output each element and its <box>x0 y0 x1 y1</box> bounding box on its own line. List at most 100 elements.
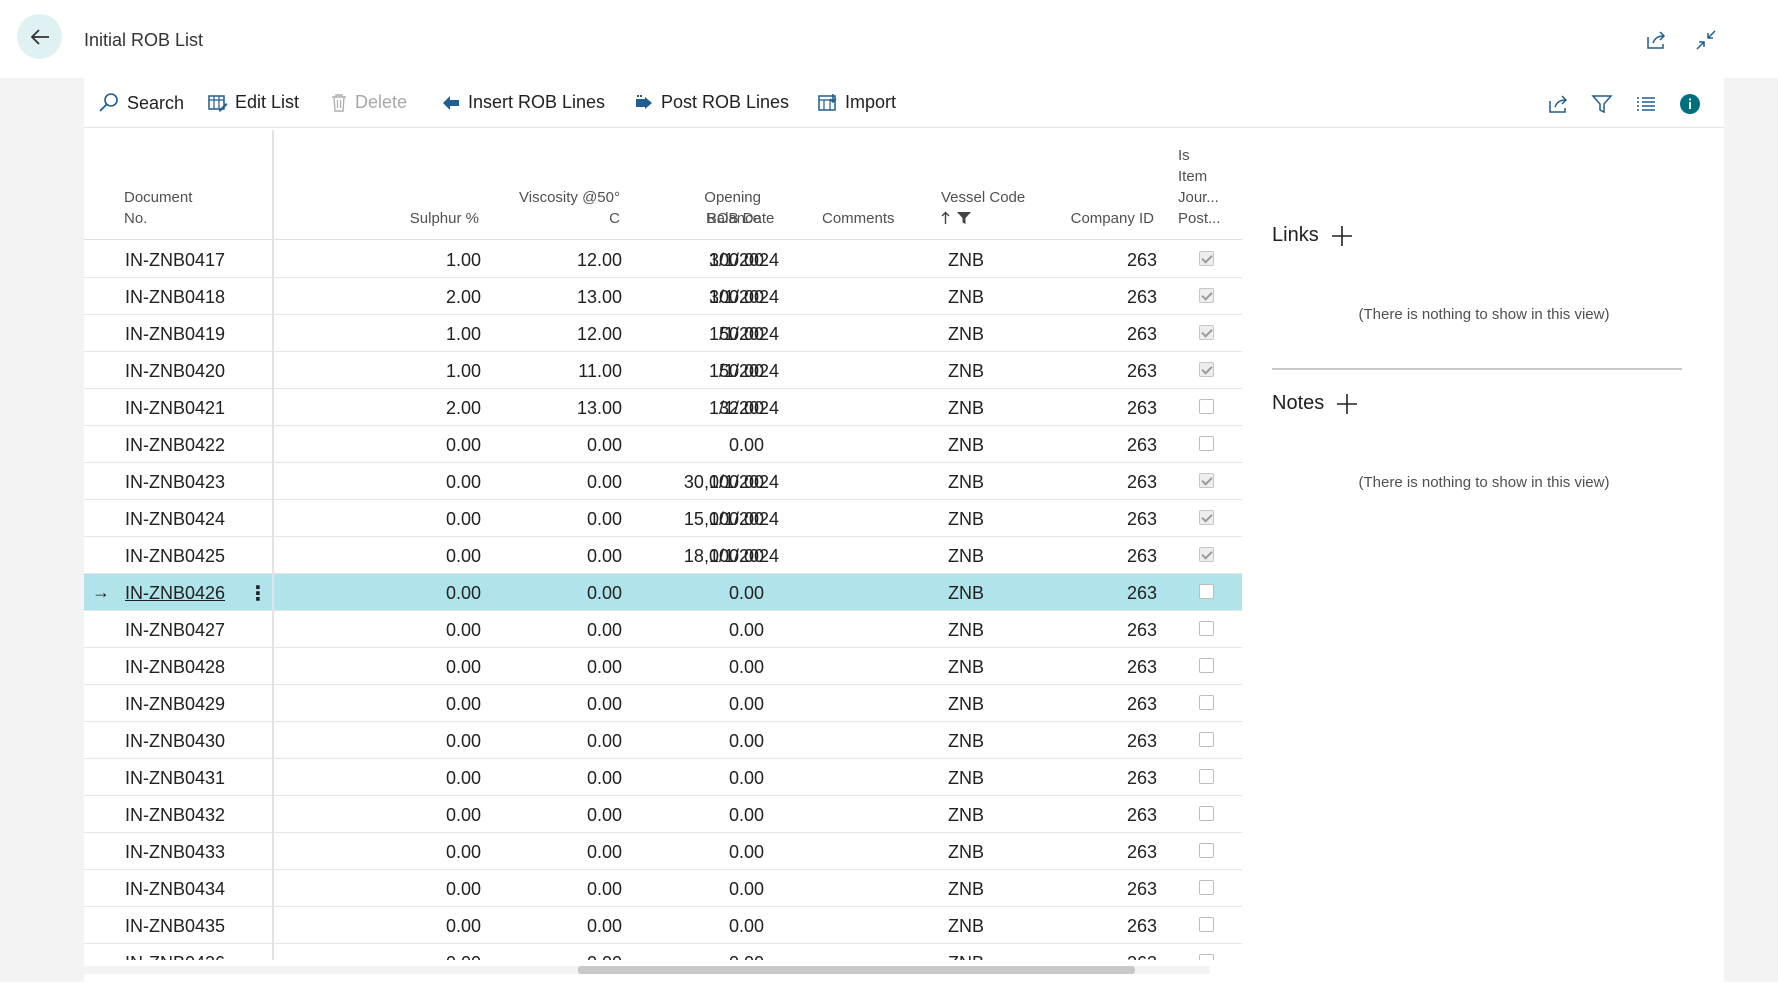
company-id-cell: 263 <box>1126 250 1157 270</box>
column-header-comments[interactable]: Comments <box>822 208 895 229</box>
is-item-posted-checkbox[interactable] <box>1199 251 1214 266</box>
document-no-cell[interactable]: IN-ZNB0429 <box>125 694 265 715</box>
horizontal-scrollbar-thumb[interactable] <box>578 966 1135 974</box>
company-id-cell: 263 <box>1126 361 1157 381</box>
document-no-cell[interactable]: IN-ZNB0436 <box>125 953 265 960</box>
post-rob-lines-button[interactable]: Post ROB Lines <box>634 92 789 113</box>
filter-button[interactable] <box>1590 92 1614 116</box>
insert-rob-lines-label: Insert ROB Lines <box>468 92 606 112</box>
is-item-posted-checkbox[interactable] <box>1199 732 1214 747</box>
table-row[interactable]: IN-ZNB0421 2.00 13.00 32.00 1/1/2024 ZNB 263 <box>84 389 1242 426</box>
document-no-cell[interactable]: IN-ZNB0430 <box>125 731 265 752</box>
current-row-arrow-icon: → <box>92 582 110 602</box>
company-id-cell: 263 <box>1126 583 1157 603</box>
column-header-is-item-posted[interactable]: Is Item Jour... Post... <box>1178 145 1221 229</box>
table-row[interactable]: IN-ZNB0425 0.00 0.00 18,000.00 1/1/2024 ZNB 26… <box>84 537 1242 574</box>
table-row[interactable]: IN-ZNB0417 1.00 12.00 300.00 1/1/2024 ZNB 263 <box>84 241 1242 278</box>
is-item-posted-checkbox[interactable] <box>1199 584 1214 599</box>
factbox-divider <box>1272 368 1682 370</box>
document-no-cell[interactable]: IN-ZNB0419 <box>125 324 265 345</box>
is-item-posted-checkbox[interactable] <box>1199 843 1214 858</box>
is-item-posted-checkbox[interactable] <box>1199 362 1214 377</box>
document-no-cell[interactable]: IN-ZNB0417 <box>125 250 265 271</box>
info-button[interactable] <box>1678 92 1702 116</box>
table-row[interactable]: IN-ZNB0431 0.00 0.00 0.00 ZNB 263 <box>84 759 1242 796</box>
column-header-vessel-code[interactable]: Vessel Code <box>941 187 1025 227</box>
opening-balance-cell: 0.00 <box>728 583 764 603</box>
table-row[interactable]: IN-ZNB0427 0.00 0.00 0.00 ZNB 263 <box>84 611 1242 648</box>
column-header-sulphur[interactable]: Sulphur % <box>304 208 479 229</box>
document-no-cell[interactable]: IN-ZNB0428 <box>125 657 265 678</box>
document-no-cell[interactable]: IN-ZNB0432 <box>125 805 265 826</box>
table-row[interactable]: IN-ZNB0433 0.00 0.00 0.00 ZNB 263 <box>84 833 1242 870</box>
document-no-cell[interactable]: IN-ZNB0425 <box>125 546 265 567</box>
is-item-posted-checkbox[interactable] <box>1199 399 1214 414</box>
table-row[interactable]: IN-ZNB04360.000.000.00ZNB263 <box>84 944 1242 960</box>
column-header-rob-date[interactable]: ROB Date <box>706 208 774 229</box>
is-item-posted-checkbox[interactable] <box>1199 806 1214 821</box>
document-no-cell[interactable]: IN-ZNB0422 <box>125 435 265 456</box>
is-item-posted-checkbox[interactable] <box>1199 658 1214 673</box>
table-row[interactable]: IN-ZNB0434 0.00 0.00 0.00 ZNB 263 <box>84 870 1242 907</box>
table-row[interactable]: IN-ZNB0419 1.00 12.00 50.00 1/1/2024 ZNB 263 <box>84 315 1242 352</box>
edit-list-button[interactable]: Edit List <box>208 92 299 113</box>
table-row[interactable]: IN-ZNB0428 0.00 0.00 0.00 ZNB 263 <box>84 648 1242 685</box>
is-item-posted-checkbox[interactable] <box>1199 510 1214 525</box>
add-note-icon[interactable] <box>1336 393 1358 415</box>
table-row[interactable]: IN-ZNB0420 1.00 11.00 50.00 1/1/2024 ZNB 263 <box>84 352 1242 389</box>
back-button[interactable] <box>17 14 62 59</box>
document-no-cell[interactable]: IN-ZNB0418 <box>125 287 265 308</box>
sulphur-cell: 2.00 <box>445 398 481 418</box>
table-row[interactable]: IN-ZNB0424 0.00 0.00 15,000.00 1/1/2024 ZNB 26… <box>84 500 1242 537</box>
is-item-posted-checkbox[interactable] <box>1199 325 1214 340</box>
document-no-cell[interactable]: IN-ZNB0424 <box>125 509 265 530</box>
import-button[interactable]: Import <box>818 92 896 113</box>
is-item-posted-checkbox[interactable] <box>1199 695 1214 710</box>
collapse-button[interactable] <box>1694 28 1718 52</box>
is-item-posted-checkbox[interactable] <box>1199 621 1214 636</box>
table-row[interactable]: IN-ZNB0429 0.00 0.00 0.00 ZNB 263 <box>84 685 1242 722</box>
add-link-icon[interactable] <box>1331 225 1353 247</box>
is-item-posted-checkbox[interactable] <box>1199 473 1214 488</box>
document-no-cell[interactable]: IN-ZNB0423 <box>125 472 265 493</box>
document-no-cell[interactable]: IN-ZNB0427 <box>125 620 265 641</box>
document-no-cell[interactable]: IN-ZNB0433 <box>125 842 265 863</box>
viscosity-cell: 0.00 <box>586 842 622 862</box>
table-row[interactable]: IN-ZNB0430 0.00 0.00 0.00 ZNB 263 <box>84 722 1242 759</box>
open-new-window-button[interactable] <box>1644 28 1668 52</box>
is-item-posted-checkbox[interactable] <box>1199 917 1214 932</box>
delete-button[interactable]: Delete <box>330 92 407 113</box>
search-label: Search <box>127 92 185 113</box>
opening-balance-cell: 0.00 <box>728 879 764 899</box>
is-item-posted-checkbox[interactable] <box>1199 436 1214 451</box>
table-row[interactable]: → ⋮ IN-ZNB0426 0.00 0.00 0.00 ZNB 263 <box>84 574 1242 611</box>
is-item-posted-checkbox[interactable] <box>1199 769 1214 784</box>
is-item-posted-checkbox[interactable] <box>1199 880 1214 895</box>
search-button[interactable]: Search <box>98 92 184 114</box>
column-header-document-no[interactable]: Document No. <box>124 187 192 229</box>
insert-rob-lines-button[interactable]: Insert ROB Lines <box>441 92 605 113</box>
list-view-button[interactable] <box>1634 92 1658 116</box>
document-no-cell[interactable]: IN-ZNB0421 <box>125 398 265 419</box>
table-row[interactable]: IN-ZNB0423 0.00 0.00 30,000.00 1/1/2024 ZNB 26… <box>84 463 1242 500</box>
is-item-posted-checkbox[interactable] <box>1199 954 1214 960</box>
vessel-code-cell: ZNB <box>948 805 984 825</box>
search-icon <box>99 93 118 112</box>
table-row[interactable]: IN-ZNB0418 2.00 13.00 300.00 1/1/2024 ZNB 263 <box>84 278 1242 315</box>
document-no-cell[interactable]: IN-ZNB0420 <box>125 361 265 382</box>
table-row[interactable]: IN-ZNB0432 0.00 0.00 0.00 ZNB 263 <box>84 796 1242 833</box>
table-row[interactable]: IN-ZNB0435 0.00 0.00 0.00 ZNB 263 <box>84 907 1242 944</box>
is-item-posted-checkbox[interactable] <box>1199 547 1214 562</box>
column-header-company-id[interactable]: Company ID <box>1044 208 1154 229</box>
document-no-cell[interactable]: IN-ZNB0426 <box>125 583 265 604</box>
vessel-code-cell: ZNB <box>948 287 984 307</box>
document-no-cell[interactable]: IN-ZNB0434 <box>125 879 265 900</box>
is-item-posted-checkbox[interactable] <box>1199 288 1214 303</box>
column-header-viscosity[interactable]: Viscosity @50° C <box>484 187 620 229</box>
table-row[interactable]: IN-ZNB0422 0.00 0.00 0.00 ZNB 263 <box>84 426 1242 463</box>
page-header: Initial ROB List <box>0 0 1778 78</box>
document-no-cell[interactable]: IN-ZNB0431 <box>125 768 265 789</box>
company-id-cell: 263 <box>1126 731 1157 751</box>
document-no-cell[interactable]: IN-ZNB0435 <box>125 916 265 937</box>
share-button[interactable] <box>1546 92 1570 116</box>
